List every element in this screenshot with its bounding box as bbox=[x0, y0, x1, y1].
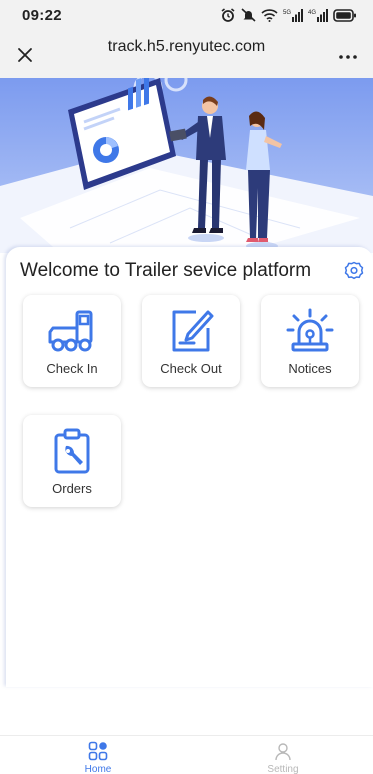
tab-setting[interactable]: Setting bbox=[243, 736, 323, 774]
edit-document-icon bbox=[172, 310, 214, 352]
status-icons: 5G 4G bbox=[220, 8, 357, 22]
orders-button[interactable]: Orders bbox=[23, 415, 121, 507]
battery-icon bbox=[333, 8, 356, 22]
tab-setting-label: Setting bbox=[267, 764, 299, 774]
business-analytics-illustration bbox=[0, 78, 373, 253]
clipboard-wrench-icon bbox=[54, 428, 90, 474]
orders-label: Orders bbox=[52, 481, 92, 496]
welcome-title: Welcome to Trailer sevice platform bbox=[20, 260, 312, 281]
truck-icon bbox=[48, 310, 93, 352]
main-panel: Welcome to Trailer sevice platform Check… bbox=[6, 247, 373, 687]
status-time: 09:22 bbox=[22, 7, 62, 24]
person-icon bbox=[275, 743, 291, 761]
notices-button[interactable]: Notices bbox=[261, 295, 359, 387]
check-out-button[interactable]: Check Out bbox=[142, 295, 240, 387]
tab-home[interactable]: Home bbox=[58, 736, 138, 774]
check-in-label: Check In bbox=[46, 361, 98, 376]
page-url: track.h5.renyutec.com bbox=[107, 38, 266, 55]
network-5g-label: 5G bbox=[283, 10, 291, 16]
tab-home-label: Home bbox=[84, 764, 112, 774]
mute-icon bbox=[241, 8, 256, 22]
alarm-icon bbox=[221, 8, 235, 22]
signal-5g-icon: 5G bbox=[283, 9, 303, 22]
notices-label: Notices bbox=[288, 361, 332, 376]
more-icon[interactable] bbox=[337, 50, 359, 64]
tab-bar: Home Setting bbox=[0, 735, 373, 774]
browser-bar: track.h5.renyutec.com bbox=[0, 30, 373, 78]
home-grid-icon bbox=[88, 741, 108, 761]
hero-banner bbox=[0, 78, 373, 253]
wifi-icon bbox=[261, 9, 278, 22]
alarm-light-icon bbox=[286, 308, 334, 352]
check-out-label: Check Out bbox=[160, 361, 222, 376]
network-4g-label: 4G bbox=[308, 10, 316, 16]
check-in-button[interactable]: Check In bbox=[23, 295, 121, 387]
status-bar: 09:22 5G 4G bbox=[0, 0, 373, 30]
signal-4g-icon: 4G bbox=[308, 9, 328, 22]
gear-icon[interactable] bbox=[344, 261, 364, 281]
